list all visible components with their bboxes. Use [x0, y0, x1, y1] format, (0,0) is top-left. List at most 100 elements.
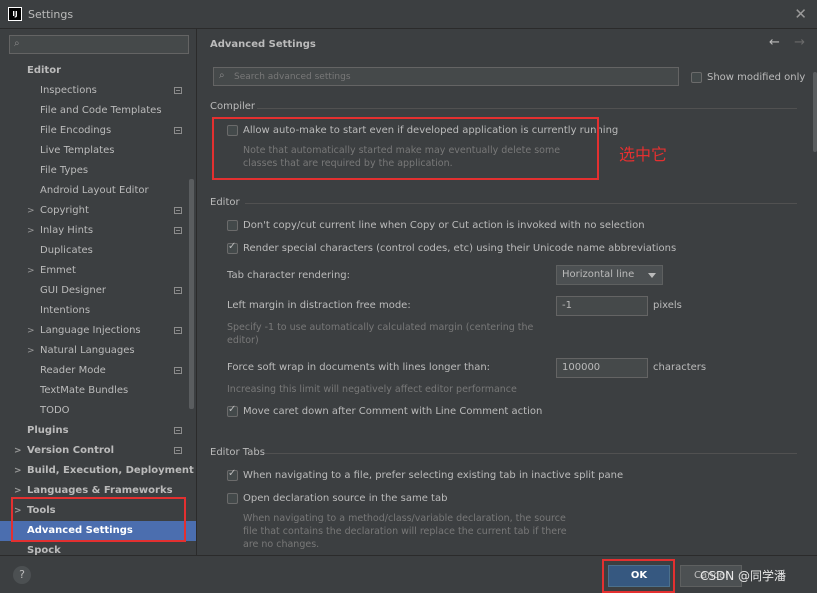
sidebar-item-label: TextMate Bundles [40, 385, 129, 396]
sidebar-item-emmet[interactable]: > Emmet [0, 261, 196, 281]
sidebar-item-copyright[interactable]: > Copyright [0, 201, 196, 221]
declaration-hint-line-2: file that contains the declaration will … [243, 526, 567, 537]
project-level-icon [174, 447, 182, 454]
advanced-settings-search[interactable]: ⌕ [213, 67, 679, 86]
sidebar-scrollbar[interactable] [189, 179, 194, 409]
sidebar-item-todo[interactable]: TODO [0, 401, 196, 421]
sidebar-item-gui-designer[interactable]: GUI Designer [0, 281, 196, 301]
sidebar-item-duplicates[interactable]: Duplicates [0, 241, 196, 261]
sidebar-search-input[interactable]: ⌕ [9, 35, 189, 54]
search-icon: ⌕ [219, 70, 225, 81]
sidebar-item-live-templates[interactable]: Live Templates [0, 141, 196, 161]
sidebar-item-label: Inspections [40, 85, 97, 96]
chevron-right-icon[interactable]: > [14, 461, 22, 481]
show-modified-checkbox[interactable] [691, 72, 702, 83]
sidebar-item-languages-frameworks[interactable]: > Languages & Frameworks [0, 481, 196, 501]
sidebar-item-inlay-hints[interactable]: > Inlay Hints [0, 221, 196, 241]
section-divider [245, 203, 797, 204]
sidebar-item-label: Live Templates [40, 145, 115, 156]
section-divider [265, 453, 797, 454]
chevron-right-icon[interactable]: > [27, 341, 35, 361]
chevron-right-icon[interactable]: > [14, 481, 22, 501]
sidebar-item-label: Duplicates [40, 245, 93, 256]
settings-window: IJ Settings ✕ ⌕ Editor Inspections File an… [0, 0, 817, 593]
sidebar-item-language-injections[interactable]: > Language Injections [0, 321, 196, 341]
csdn-watermark: CSDN @同学潘 [700, 569, 787, 583]
declaration-hint-line-3: are no changes. [243, 539, 320, 550]
sidebar-item-label: Plugins [27, 425, 69, 436]
left-margin-unit: pixels [653, 300, 682, 311]
sidebar-item-label: Emmet [40, 265, 76, 276]
declaration-same-tab-checkbox[interactable] [227, 493, 238, 504]
sidebar-item-label: GUI Designer [40, 285, 106, 296]
tab-rendering-label: Tab character rendering: [227, 270, 350, 281]
sidebar-item-label: Editor [27, 65, 61, 76]
sidebar-item-file-encodings[interactable]: File Encodings [0, 121, 196, 141]
sidebar-item-version-control[interactable]: > Version Control [0, 441, 196, 461]
sidebar-item-label: Languages & Frameworks [27, 485, 173, 496]
show-modified-label: Show modified only [707, 72, 806, 83]
chevron-right-icon[interactable]: > [27, 221, 35, 241]
project-level-icon [174, 127, 182, 134]
chevron-right-icon[interactable]: > [27, 321, 35, 341]
sidebar-item-label: Android Layout Editor [40, 185, 149, 196]
copy-cut-label: Don't copy/cut current line when Copy or… [243, 220, 645, 231]
project-level-icon [174, 327, 182, 334]
render-special-label: Render special characters (control codes… [243, 243, 677, 254]
sidebar-item-label: Natural Languages [40, 345, 135, 356]
sidebar-item-label: Reader Mode [40, 365, 106, 376]
sidebar-item-natural-languages[interactable]: > Natural Languages [0, 341, 196, 361]
soft-wrap-input[interactable]: 100000 [556, 358, 648, 378]
sidebar-item-textmate-bundles[interactable]: TextMate Bundles [0, 381, 196, 401]
left-margin-hint-line-1: Specify -1 to use automatically calculat… [227, 322, 534, 333]
sidebar-item-label: Advanced Settings [27, 525, 133, 536]
search-icon: ⌕ [14, 38, 20, 49]
auto-make-hint-line-2: classes that are required by the applica… [243, 158, 453, 169]
tab-rendering-dropdown[interactable]: Horizontal line [556, 265, 663, 285]
sidebar-item-build-execution-deployment[interactable]: > Build, Execution, Deployment [0, 461, 196, 481]
left-margin-label: Left margin in distraction free mode: [227, 300, 411, 311]
advanced-search-input[interactable] [234, 69, 664, 84]
help-button[interactable]: ? [13, 566, 31, 584]
auto-make-checkbox[interactable] [227, 125, 238, 136]
sidebar-item-label: File Types [40, 165, 89, 176]
sidebar-item-inspections[interactable]: Inspections [0, 81, 196, 101]
copy-cut-checkbox[interactable] [227, 220, 238, 231]
tab-rendering-value: Horizontal line [562, 269, 635, 280]
settings-sidebar: ⌕ Editor Inspections File and Code Templat… [0, 29, 197, 556]
annotation-select-it: 选中它 [619, 145, 668, 164]
dialog-footer: ? OK Cancel CSDN @同学潘 [0, 555, 817, 593]
intellij-app-icon: IJ [8, 7, 22, 21]
sidebar-item-editor[interactable]: Editor [0, 61, 196, 81]
back-arrow-icon[interactable]: ← [769, 35, 780, 50]
sidebar-item-reader-mode[interactable]: Reader Mode [0, 361, 196, 381]
main-scrollbar[interactable] [813, 72, 817, 152]
render-special-checkbox[interactable] [227, 241, 238, 254]
sidebar-item-intentions[interactable]: Intentions [0, 301, 196, 321]
soft-wrap-hint: Increasing this limit will negatively af… [227, 384, 517, 395]
close-icon[interactable]: ✕ [794, 5, 807, 23]
chevron-right-icon[interactable]: > [27, 201, 35, 221]
sidebar-item-plugins[interactable]: Plugins [0, 421, 196, 441]
sidebar-item-android-layout-editor[interactable]: Android Layout Editor [0, 181, 196, 201]
sidebar-item-tools[interactable]: > Tools [0, 501, 196, 521]
sidebar-item-file-types[interactable]: File Types [0, 161, 196, 181]
chevron-right-icon[interactable]: > [14, 501, 22, 521]
left-margin-input[interactable]: -1 [556, 296, 648, 316]
sidebar-item-label: Tools [27, 505, 56, 516]
soft-wrap-label: Force soft wrap in documents with lines … [227, 362, 491, 373]
chevron-right-icon[interactable]: > [14, 441, 22, 461]
project-level-icon [174, 207, 182, 214]
sidebar-item-label: File Encodings [40, 125, 112, 136]
sidebar-item-file-and-code-templates[interactable]: File and Code Templates [0, 101, 196, 121]
move-caret-checkbox[interactable] [227, 404, 238, 417]
chevron-right-icon[interactable]: > [27, 261, 35, 281]
sidebar-item-label: Build, Execution, Deployment [27, 465, 194, 476]
sidebar-item-label: File and Code Templates [40, 105, 162, 116]
auto-make-label: Allow auto-make to start even if develop… [243, 125, 619, 136]
sidebar-item-advanced-settings[interactable]: Advanced Settings [0, 521, 196, 541]
ok-button[interactable]: OK [608, 565, 670, 587]
forward-arrow-icon[interactable]: → [794, 35, 805, 50]
prefer-existing-tab-checkbox[interactable] [227, 468, 238, 481]
project-level-icon [174, 87, 182, 94]
